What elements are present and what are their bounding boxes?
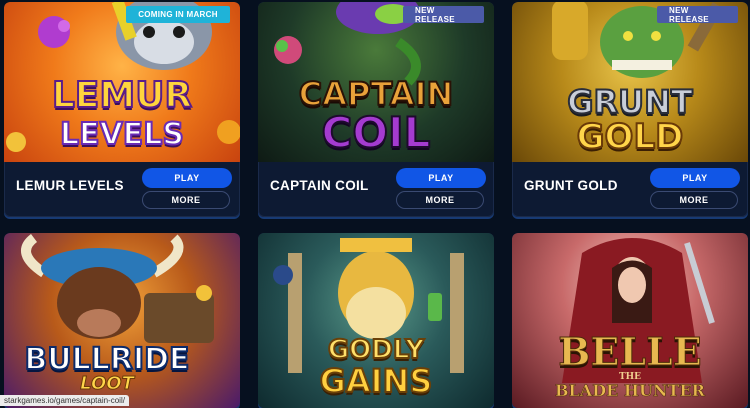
game-thumbnail[interactable]: GRUNT GOLD: [512, 2, 748, 162]
status-badge: NEW RELEASE: [403, 6, 484, 24]
logo-line-2: COIL: [321, 108, 432, 157]
logo-line-2: LOOT: [80, 373, 135, 394]
logo-line-2: GOLD: [576, 117, 685, 157]
play-button[interactable]: PLAY: [396, 168, 486, 188]
game-thumbnail[interactable]: BELLE THE BLADE HUNTER: [512, 233, 748, 408]
game-card-godly-gains[interactable]: GODLY GAINS: [258, 233, 494, 408]
game-card-bullride-loot[interactable]: BULLRIDE LOOT: [4, 233, 240, 408]
logo-line-1: GRUNT: [566, 83, 694, 121]
game-thumbnail[interactable]: BULLRIDE LOOT: [4, 233, 240, 408]
game-card-belle-the-blade-hunter[interactable]: BELLE THE BLADE HUNTER: [512, 233, 748, 408]
logo-line-1: CAPTAIN: [298, 75, 455, 113]
logo-line-2: GAINS: [319, 362, 434, 400]
game-title: GRUNT GOLD: [524, 178, 618, 193]
game-title: LEMUR LEVELS: [16, 178, 124, 193]
logo-line-1: GODLY: [327, 335, 425, 365]
game-thumbnail[interactable]: CAPTAIN COIL: [258, 2, 494, 162]
game-thumbnail[interactable]: GODLY GAINS: [258, 233, 494, 408]
more-button[interactable]: MORE: [396, 191, 484, 209]
status-badge: COMING IN MARCH: [126, 6, 230, 23]
more-button[interactable]: MORE: [650, 191, 738, 209]
logo-line-1: BELLE: [558, 329, 702, 374]
game-card-captain-coil[interactable]: CAPTAIN COIL NEW RELEASE CAPTAIN COIL PL…: [258, 2, 494, 217]
game-thumbnail[interactable]: LEMUR LEVELS: [4, 2, 240, 162]
game-card-lemur-levels[interactable]: LEMUR LEVELS COMING IN MARCH LEMUR LEVEL…: [4, 2, 240, 217]
status-badge: NEW RELEASE: [657, 6, 738, 24]
logo-line-3: BLADE HUNTER: [555, 381, 705, 400]
game-title: CAPTAIN COIL: [270, 178, 369, 193]
logo-line-2: LEVELS: [59, 117, 185, 152]
game-card-grunt-gold[interactable]: GRUNT GOLD NEW RELEASE GRUNT GOLD PLAY M…: [512, 2, 748, 217]
more-button[interactable]: MORE: [142, 191, 230, 209]
logo-line-1: LEMUR: [51, 75, 193, 116]
status-bar-url: starkgames.io/games/captain-coil/: [0, 395, 129, 406]
play-button[interactable]: PLAY: [142, 168, 232, 188]
logo-line-1: BULLRIDE: [23, 342, 190, 377]
play-button[interactable]: PLAY: [650, 168, 740, 188]
